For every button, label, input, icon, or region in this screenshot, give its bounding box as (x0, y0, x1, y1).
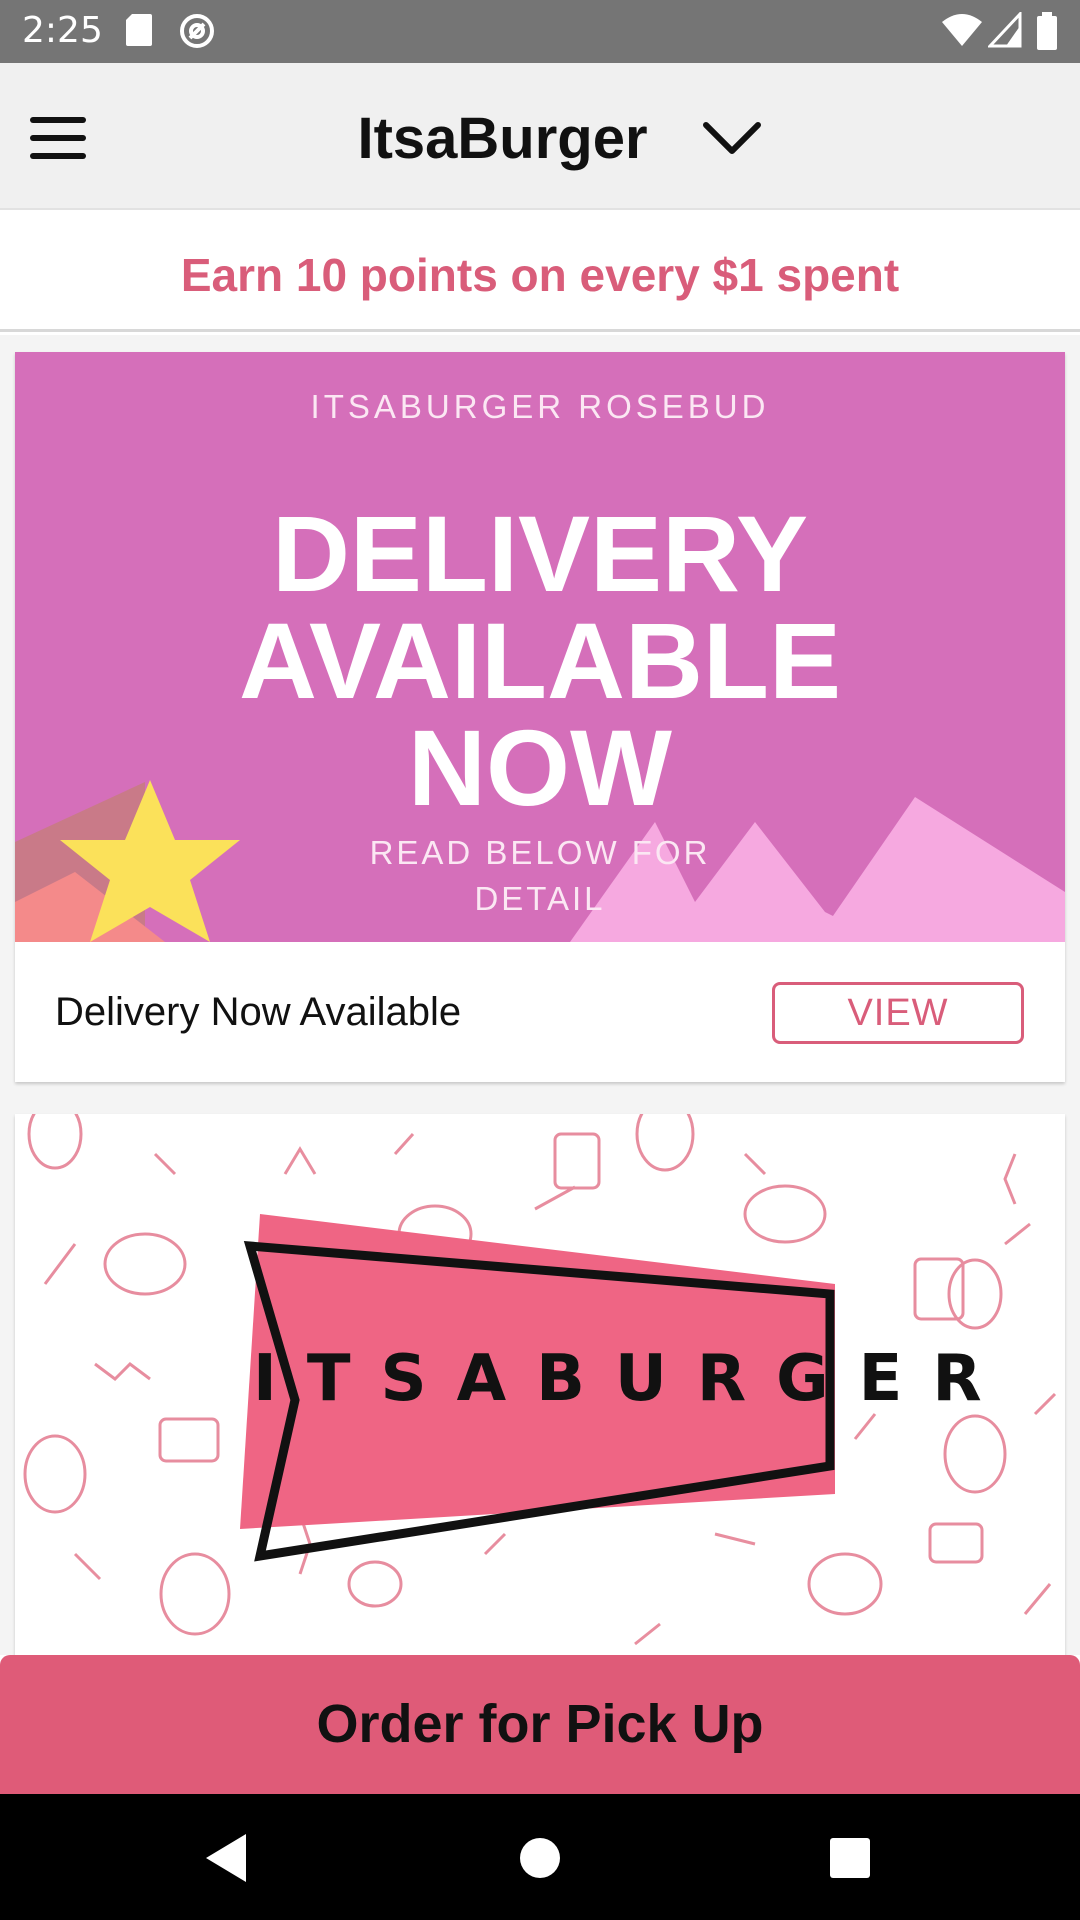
points-promo-text: Earn 10 points on every $1 spent (180, 249, 900, 301)
news-card-delivery[interactable]: ITSABURGER ROSEBUD DELIVERY AVAILABLE NO… (15, 352, 1065, 1082)
wifi-icon (942, 14, 982, 46)
points-promo-banner: Earn 10 points on every $1 spent (0, 210, 1080, 332)
app-header: ItsaBurger (0, 63, 1080, 210)
news-card-logo[interactable]: ITSABURGER (15, 1114, 1065, 1659)
store-title[interactable]: ItsaBurger (0, 105, 1005, 172)
banner-note-line2: DETAIL (474, 880, 606, 917)
sync-icon (180, 14, 214, 48)
home-circle-icon[interactable] (508, 1826, 572, 1890)
itsaburger-logo-banner: ITSABURGER (15, 1114, 1065, 1659)
status-time: 2:25 (22, 10, 103, 51)
banner-headline-line2: AVAILABLE (239, 600, 841, 721)
signal-icon (988, 12, 1022, 48)
banner-note-line1: READ BELOW FOR (369, 834, 711, 871)
battery-icon (1037, 12, 1057, 50)
chevron-down-icon[interactable] (700, 111, 764, 167)
recents-square-icon[interactable] (818, 1826, 882, 1890)
back-triangle-icon[interactable] (196, 1826, 260, 1890)
system-nav-bar (0, 1794, 1080, 1920)
card-title: Delivery Now Available (55, 990, 462, 1034)
banner-headline-line1: DELIVERY (271, 493, 809, 614)
banner-store-name: ITSABURGER ROSEBUD (310, 388, 770, 425)
view-button[interactable]: VIEW (772, 982, 1024, 1044)
order-for-pickup-button[interactable]: Order for Pick Up (0, 1655, 1080, 1794)
delivery-banner-image: ITSABURGER ROSEBUD DELIVERY AVAILABLE NO… (15, 352, 1065, 942)
sd-card-icon (126, 14, 152, 46)
order-button-label: Order for Pick Up (316, 1694, 764, 1754)
itsaburger-logo-text: ITSABURGER (253, 1342, 1012, 1416)
status-bar: 2:25 (0, 0, 1080, 63)
banner-headline-line3: NOW (408, 707, 672, 828)
